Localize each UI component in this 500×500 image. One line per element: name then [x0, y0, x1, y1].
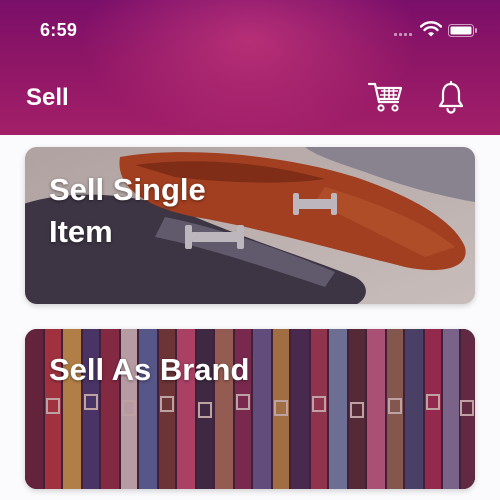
shopping-cart-icon	[367, 82, 403, 112]
app-header: 6:59 Sell	[0, 0, 500, 135]
battery-icon	[448, 24, 478, 37]
page-title: Sell	[26, 84, 69, 111]
status-time: 6:59	[40, 20, 78, 40]
sell-as-brand-card[interactable]: Sell As Brand	[25, 329, 475, 489]
bell-icon	[438, 81, 464, 114]
sell-single-item-title: Sell Single Item	[49, 172, 206, 249]
sell-single-item-card[interactable]: Sell Single Item	[25, 147, 475, 304]
status-bar: 6:59	[0, 0, 500, 62]
wifi-icon	[419, 21, 443, 37]
sell-as-brand-title: Sell As Brand	[49, 352, 250, 387]
cart-button[interactable]	[364, 78, 408, 116]
cellular-signal-icon	[394, 30, 416, 36]
notifications-button[interactable]	[434, 78, 468, 118]
